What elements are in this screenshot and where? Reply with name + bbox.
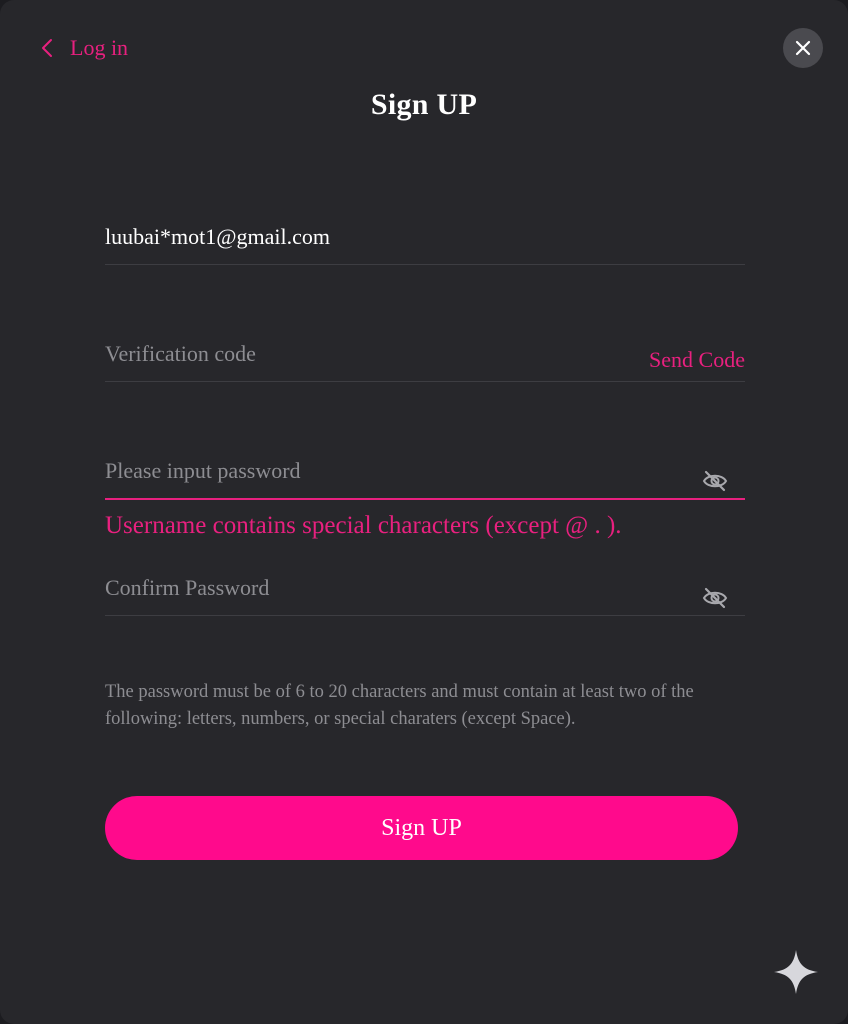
confirm-password-field[interactable]: Confirm Password	[105, 569, 745, 616]
password-hint: The password must be of 6 to 20 characte…	[105, 682, 694, 729]
back-to-login-link[interactable]: Log in	[38, 32, 128, 64]
email-value: luubai*mot1@gmail.com	[105, 224, 330, 249]
sparkle-icon	[772, 948, 820, 996]
password-visibility-toggle[interactable]	[701, 470, 729, 492]
error-message: Username contains special characters (ex…	[105, 512, 622, 539]
confirm-password-placeholder: Confirm Password	[105, 575, 270, 600]
password-field[interactable]: Please input password	[105, 452, 745, 500]
eye-off-icon	[702, 470, 728, 492]
verification-code-placeholder: Verification code	[105, 341, 256, 366]
close-icon	[795, 40, 811, 56]
password-placeholder: Please input password	[105, 458, 301, 483]
confirm-password-visibility-toggle[interactable]	[701, 587, 729, 609]
chevron-left-icon	[42, 39, 52, 57]
verification-code-field[interactable]: Verification code Send Code	[105, 335, 745, 382]
close-button[interactable]	[783, 28, 823, 68]
back-link-label: Log in	[70, 35, 129, 60]
page-title: Sign UP	[370, 88, 478, 121]
email-field[interactable]: luubai*mot1@gmail.com	[105, 218, 745, 265]
eye-off-icon	[702, 587, 728, 609]
send-code-button[interactable]: Send Code	[649, 347, 745, 373]
signup-dialog: Log in Sign UP luubai*mot1@gmail.com Ver…	[0, 0, 848, 1024]
sign-up-button[interactable]: Sign UP	[105, 796, 738, 860]
